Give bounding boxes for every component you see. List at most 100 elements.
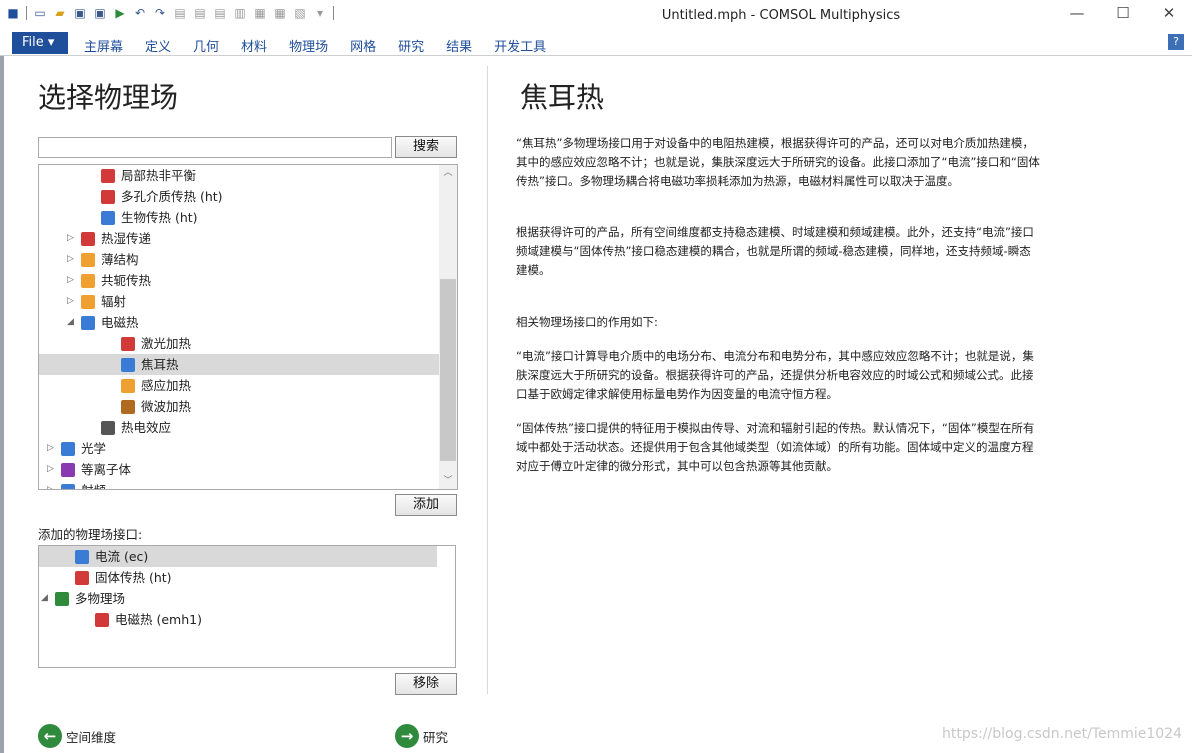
undo-icon[interactable]: ↶ [133, 6, 147, 20]
tree-item[interactable]: 固体传热 (ht) [39, 567, 437, 588]
tree-item-label: 热电效应 [121, 420, 172, 435]
tree-item[interactable]: 电流 (ec) [39, 546, 437, 567]
duplicate-icon[interactable]: ▤ [213, 6, 227, 20]
description-paragraph: “焦耳热”多物理场接口用于对设备中的电阻热建模，根据获得许可的产品，还可以对电介… [516, 136, 1040, 188]
chevron-up-icon[interactable]: ︿ [439, 165, 457, 181]
next-label[interactable]: 研究 [423, 727, 448, 746]
added-interfaces-list[interactable]: 电流 (ec) 固体传热 (ht) ◢ 多物理场电磁热 (emh1) [38, 545, 456, 668]
tree-item[interactable]: ▷ 共轭传热 [39, 270, 439, 291]
expand-arrow-icon[interactable]: ▷ [47, 438, 57, 459]
expand-arrow-icon[interactable]: ▷ [47, 480, 57, 489]
redo-icon[interactable]: ↷ [153, 6, 167, 20]
heat-solid-icon [75, 571, 89, 585]
tree-item[interactable]: 局部热非平衡 [39, 165, 439, 186]
arrow-left-icon[interactable]: ← [38, 724, 62, 748]
chevron-down-icon[interactable]: ▾ [313, 6, 327, 20]
tab-physics[interactable]: 物理场 [289, 36, 328, 55]
save-icon[interactable]: ▣ [73, 6, 87, 20]
tab-definitions[interactable]: 定义 [145, 36, 171, 55]
expand-arrow-icon[interactable]: ▷ [67, 291, 77, 312]
tree-item-label: 电磁热 [101, 315, 139, 330]
tree-item[interactable]: ▷ 热湿传递 [39, 228, 439, 249]
close-button[interactable]: ✕ [1146, 0, 1192, 28]
tree-item[interactable]: ▷ 薄结构 [39, 249, 439, 270]
tab-mesh[interactable]: 网格 [350, 36, 376, 55]
collapse-arrow-icon[interactable]: ◢ [67, 312, 77, 333]
tree-item[interactable]: 电磁热 (emh1) [39, 609, 437, 630]
tree-scrollbar[interactable]: ︿ ﹀ [439, 165, 457, 489]
tree-item[interactable]: 热电效应 [39, 417, 439, 438]
tree-item[interactable]: ◢ 电磁热 [39, 312, 439, 333]
heat-icon [101, 169, 115, 183]
tab-materials[interactable]: 材料 [241, 36, 267, 55]
report-icon[interactable]: ▧ [293, 6, 307, 20]
clear-icon[interactable]: ▦ [273, 6, 287, 20]
app-icon[interactable]: ■ [6, 6, 20, 20]
run-icon[interactable]: ▶ [113, 6, 127, 20]
help-icon[interactable]: ? [1168, 34, 1184, 50]
expand-arrow-icon[interactable]: ▷ [67, 249, 77, 270]
paste-icon[interactable]: ▤ [193, 6, 207, 20]
description-paragraph: 根据获得许可的产品，所有空间维度都支持稳态建模、时域建模和频域建模。此外，还支持… [516, 225, 1034, 277]
tree-item-label: 多孔介质传热 (ht) [121, 189, 223, 204]
tree-item-label: 激光加热 [141, 336, 192, 351]
arrow-right-icon[interactable]: → [395, 724, 419, 748]
collapse-arrow-icon[interactable]: ◢ [41, 588, 51, 609]
tab-geometry[interactable]: 几何 [193, 36, 219, 55]
panel-divider [487, 66, 488, 694]
tab-home[interactable]: 主屏幕 [84, 36, 123, 55]
remove-button[interactable]: 移除 [395, 673, 457, 695]
tab-results[interactable]: 结果 [446, 36, 472, 55]
tree-item[interactable]: ▷ 光学 [39, 438, 439, 459]
delete-icon[interactable]: ▥ [233, 6, 247, 20]
expand-arrow-icon[interactable]: ▷ [47, 459, 57, 480]
next-nav[interactable]: → 研究 [395, 723, 448, 749]
copy-icon[interactable]: ▤ [173, 6, 187, 20]
new-file-icon[interactable]: ▭ [33, 6, 47, 20]
tab-study[interactable]: 研究 [398, 36, 424, 55]
tree-item[interactable]: 焦耳热 [39, 354, 439, 375]
description-paragraph: “电流”接口计算导电介质中的电场分布、电流分布和电势分布，其中感应效应忽略不计；… [516, 349, 1034, 401]
ribbon-tabs: 主屏幕 定义 几何 材料 物理场 网格 研究 结果 开发工具 [84, 36, 568, 55]
tree-item-label: 热湿传递 [101, 231, 152, 246]
back-nav[interactable]: ← 空间维度 [38, 723, 116, 749]
shell-icon [81, 253, 95, 267]
multiphysics-icon [55, 592, 69, 606]
search-button[interactable]: 搜索 [395, 136, 457, 158]
maximize-button[interactable]: ☐ [1100, 0, 1146, 28]
expand-arrow-icon[interactable]: ▷ [67, 228, 77, 249]
tree-item[interactable]: 感应加热 [39, 375, 439, 396]
sun-icon [81, 295, 95, 309]
tree-item[interactable]: 生物传热 (ht) [39, 207, 439, 228]
file-menu-button[interactable]: File ▾ [12, 32, 68, 54]
tree-item-label: 固体传热 (ht) [95, 570, 172, 585]
tree-item[interactable]: 多孔介质传热 (ht) [39, 186, 439, 207]
quick-access-toolbar: ■ ▭ ▰ ▣ ▣ ▶ ↶ ↷ ▤ ▤ ▤ ▥ ▦ ▦ ▧ ▾ [6, 6, 334, 20]
tree-item[interactable]: ▷ 等离子体 [39, 459, 439, 480]
expand-arrow-icon[interactable]: ▷ [67, 270, 77, 291]
select-icon[interactable]: ▦ [253, 6, 267, 20]
tree-item[interactable]: 激光加热 [39, 333, 439, 354]
tree-item-label: 电磁热 (emh1) [115, 612, 202, 627]
tree-item-label: 焦耳热 [141, 357, 179, 372]
scrollbar-thumb[interactable] [440, 279, 456, 461]
save-as-icon[interactable]: ▣ [93, 6, 107, 20]
minimize-button[interactable]: — [1054, 0, 1100, 28]
add-button[interactable]: 添加 [395, 494, 457, 516]
tree-item[interactable]: ▷ 射频 [39, 480, 439, 489]
heat-icon [81, 232, 95, 246]
back-label[interactable]: 空间维度 [66, 727, 116, 746]
physics-tree[interactable]: 局部热非平衡 多孔介质传热 (ht) 生物传热 (ht) ▷ 热湿传递 ▷ 薄结构 ▷ 共轭传热… [38, 164, 458, 490]
tab-developer[interactable]: 开发工具 [494, 36, 546, 55]
tree-item[interactable]: 微波加热 [39, 396, 439, 417]
watermark: https://blog.csdn.net/Temmie1024 [942, 726, 1182, 742]
em-heat-icon [81, 316, 95, 330]
open-folder-icon[interactable]: ▰ [53, 6, 67, 20]
tree-item-label: 局部热非平衡 [121, 168, 197, 183]
search-input[interactable] [38, 137, 392, 158]
tree-item[interactable]: ▷ 辐射 [39, 291, 439, 312]
chevron-down-icon[interactable]: ﹀ [439, 473, 457, 489]
laser-icon [121, 337, 135, 351]
tree-item-label: 感应加热 [141, 378, 192, 393]
tree-item[interactable]: ◢ 多物理场 [39, 588, 437, 609]
